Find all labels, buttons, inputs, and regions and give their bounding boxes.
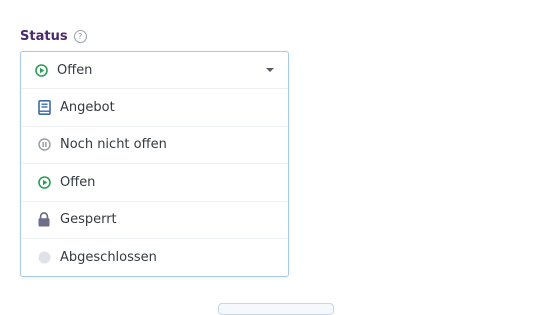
partially-visible-button[interactable]: [218, 303, 334, 315]
selected-value: Offen: [57, 62, 93, 78]
book-icon: [37, 99, 51, 115]
lock-icon: [37, 212, 51, 227]
chevron-down-icon[interactable]: [266, 68, 274, 72]
option-abgeschlossen[interactable]: Abgeschlossen: [21, 238, 288, 276]
play-circle-icon: [34, 63, 48, 77]
option-label: Offen: [60, 174, 96, 190]
pause-circle-icon: [37, 138, 51, 152]
play-circle-icon: [37, 175, 51, 189]
option-label: Abgeschlossen: [60, 249, 157, 265]
option-label: Angebot: [60, 99, 115, 115]
option-noch-nicht-offen[interactable]: Noch nicht offen: [21, 125, 288, 164]
option-angebot[interactable]: Angebot: [21, 88, 288, 126]
option-gesperrt[interactable]: Gesperrt: [21, 200, 288, 239]
option-label: Noch nicht offen: [60, 137, 167, 153]
status-options-list: Angebot Noch nicht offen Offen Gesperrt …: [21, 88, 288, 276]
option-label: Gesperrt: [60, 212, 117, 228]
circle-icon: [37, 250, 51, 264]
status-label: Status: [20, 29, 68, 44]
status-select-trigger[interactable]: Offen: [21, 52, 288, 88]
option-offen[interactable]: Offen: [21, 163, 288, 201]
status-field-label: Status ?: [20, 29, 87, 44]
question-circle-icon[interactable]: ?: [73, 30, 87, 43]
status-dropdown[interactable]: Offen Angebot Noch nicht offen Offen Ges…: [20, 51, 289, 277]
